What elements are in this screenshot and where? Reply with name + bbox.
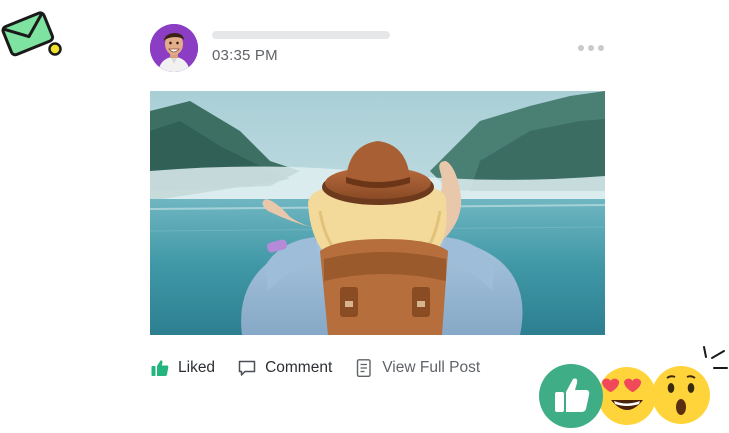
avatar-photo (150, 24, 198, 72)
view-full-post-button[interactable]: View Full Post (354, 358, 480, 378)
burst-lines-icon (703, 346, 728, 369)
heart-eyes-reaction-icon[interactable] (598, 367, 656, 425)
comment-label: Comment (265, 359, 333, 376)
post-actions: Liked Comment View Full Post (150, 356, 480, 380)
comment-button[interactable]: Comment (237, 358, 332, 378)
post-image[interactable] (150, 91, 605, 335)
document-icon (354, 358, 374, 378)
thumbs-up-icon (150, 358, 170, 378)
surprised-reaction-icon[interactable] (652, 366, 710, 424)
reactions-cluster (539, 346, 728, 428)
post-timestamp: 03:35 PM (212, 47, 278, 64)
author-name-placeholder (212, 31, 390, 39)
thumbs-up-reaction-icon[interactable] (539, 364, 603, 428)
comment-icon (237, 358, 257, 378)
view-full-post-label: View Full Post (382, 359, 481, 376)
avatar[interactable] (150, 24, 198, 72)
like-button[interactable]: Liked (150, 358, 215, 378)
more-options-button[interactable] (574, 38, 608, 58)
more-dot-icon (578, 45, 584, 51)
more-dot-icon (598, 45, 604, 51)
like-label: Liked (178, 359, 216, 376)
envelope-icon (1, 11, 62, 57)
more-dot-icon (588, 45, 594, 51)
